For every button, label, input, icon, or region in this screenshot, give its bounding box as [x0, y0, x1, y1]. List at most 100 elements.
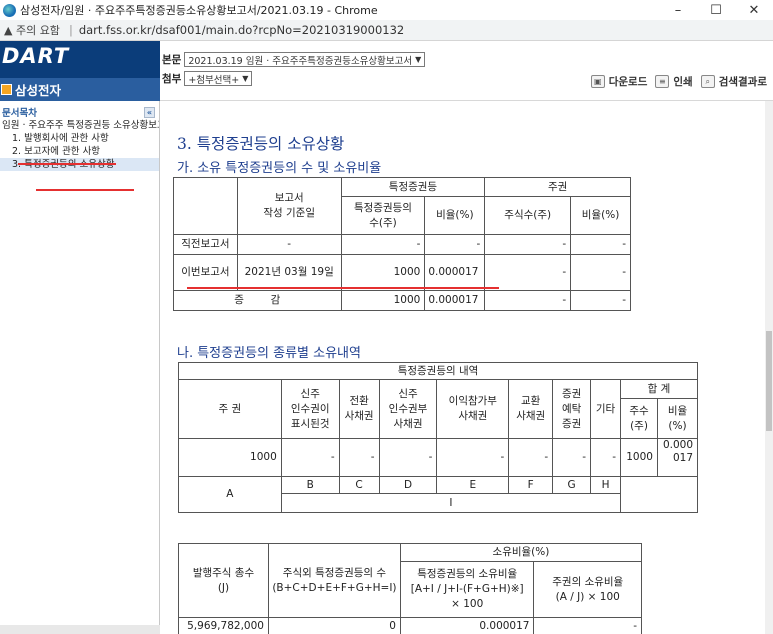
annotation-underline — [187, 287, 499, 289]
company-name: 삼성전자 — [15, 83, 62, 98]
row-shares: - — [484, 254, 572, 291]
search-icon: ⌕ — [700, 75, 715, 88]
chevron-down-icon: ▼ — [242, 74, 249, 83]
header-spec-ratio: 특정증권등의 소유비율 [A+I / J+I-(F+G+H)※] × 100 — [399, 561, 535, 618]
value-total-issued: 5,969,782,000 — [178, 617, 269, 634]
content-scrollbar[interactable] — [765, 101, 773, 634]
search-results-button[interactable]: ⌕ 검색결과로 — [700, 74, 767, 89]
printer-icon: ≡ — [655, 75, 670, 88]
search-results-label: 검색결과로 — [718, 76, 767, 88]
value-excluding: 0 — [267, 617, 401, 634]
row-ratio: 0.000017 — [424, 254, 486, 291]
print-label: 인쇄 — [673, 76, 693, 88]
section-title: 3. 특정증권등의 소유상황 — [177, 135, 345, 153]
row-date: - — [236, 234, 342, 255]
value-warrant: - — [280, 438, 340, 477]
header-shares: 주권 — [484, 177, 631, 197]
row-ratio2: - — [570, 290, 631, 311]
header-total-ratio: 비율 (%) — [656, 398, 699, 439]
dart-header-top: 본문 2021.03.19 임원 · 주요주주특정증권등소유상황보고서 ▼ 첨부… — [160, 41, 773, 101]
row-count: - — [340, 234, 426, 255]
security-warning[interactable]: ▲ 주의 요함 — [4, 22, 60, 38]
collapse-sidebar-button[interactable]: « — [144, 106, 155, 118]
row-ratio2: - — [570, 254, 631, 291]
row-label: 이번보고서 — [173, 254, 238, 291]
total-empty-cell — [620, 476, 698, 513]
header-bw: 신주 인수권부 사채권 — [378, 379, 438, 439]
company-icon — [1, 84, 12, 95]
site-favicon-icon — [3, 3, 16, 17]
row-shares: - — [484, 290, 572, 311]
minimize-button[interactable]: – — [659, 3, 697, 18]
browser-title-bar: 삼성전자/임원 · 주요주주특정증권등소유상황보고서/2021.03.19 - … — [0, 0, 773, 20]
attach-row: 첨부 +첨부선택+ ▼ — [162, 71, 253, 86]
row-shares: - — [484, 234, 572, 255]
table-row: 이번보고서 2021년 03월 19일 1000 0.000017 - - — [173, 254, 631, 291]
row-ratio2: - — [570, 234, 631, 255]
toolbar: ▣ 다운로드 ≡ 인쇄 ⌕ 검색결과로 — [583, 74, 767, 89]
table-row: A B C D E F G H — [178, 476, 698, 513]
attach-select[interactable]: +첨부선택+ ▼ — [184, 71, 253, 86]
letter-h: H — [590, 476, 621, 494]
letter-a: A — [178, 476, 282, 513]
header-cb: 전환 사채권 — [338, 379, 380, 439]
close-button[interactable]: ✕ — [735, 3, 773, 18]
table-row: 증 감 1000 0.000017 - - — [173, 290, 631, 311]
header-stock-ratio: 주권의 소유비율 (A / J) × 100 — [533, 561, 642, 618]
main-doc-row: 본문 2021.03.19 임원 · 주요주주특정증권등소유상황보고서 ▼ — [162, 52, 426, 67]
scrollbar-thumb[interactable] — [766, 331, 772, 431]
value-total-ratio: 0.000017 — [656, 438, 699, 477]
download-label: 다운로드 — [608, 76, 648, 88]
value-total-shares: 1000 — [620, 438, 658, 477]
document-content: 3. 특정증권등의 소유상황 가. 소유 특정증권등의 수 및 소유비율 보고서… — [161, 101, 773, 634]
value-dr: - — [552, 438, 592, 477]
attach-label: 첨부 — [162, 73, 182, 85]
download-button[interactable]: ▣ 다운로드 — [590, 74, 648, 89]
value-cb: - — [338, 438, 380, 477]
address-bar[interactable]: ▲ 주의 요함 | dart.fss.or.kr/dsaf001/main.do… — [0, 20, 773, 41]
dart-logo[interactable]: DART — [2, 44, 69, 68]
value-bw: - — [378, 438, 438, 477]
value-pb: - — [436, 438, 510, 477]
table-row: 5,969,782,000 0 0.000017 - — [178, 617, 642, 634]
toc-title: 문서목차 — [2, 108, 37, 119]
row-count: 1000 — [340, 290, 426, 311]
main-doc-select[interactable]: 2021.03.19 임원 · 주요주주특정증권등소유상황보고서 ▼ — [184, 52, 426, 67]
header-report-date: 보고서 작성 기준일 — [236, 177, 342, 235]
header-etc: 기타 — [590, 379, 621, 439]
row-label: 직전보고서 — [173, 234, 238, 255]
value-eb: - — [508, 438, 554, 477]
header-warrant: 신주 인수권이 표시된것 — [280, 379, 340, 439]
header-total-issued: 발행주식 총수 (J) — [178, 543, 269, 618]
annotation-underline — [18, 163, 116, 165]
row-date: 2021년 03월 19일 — [236, 254, 342, 291]
row-ratio: 0.000017 — [424, 290, 486, 311]
holdings-table: 보고서 작성 기준일 특정증권등 주권 특정증권등의 수(주) 비율(%) 주식… — [173, 177, 631, 311]
subsection-b-title: 나. 특정증권등의 종류별 소유내역 — [177, 346, 361, 361]
toc-item-issuer[interactable]: 1. 발행회사에 관한 사항 — [0, 132, 159, 145]
main-doc-label: 본문 — [162, 54, 182, 66]
header-total: 합 계 — [620, 379, 698, 399]
value-stock-ratio: - — [533, 617, 642, 634]
maximize-button[interactable]: ☐ — [697, 3, 735, 18]
header-specific: 특정증권등 — [340, 177, 486, 197]
letter-f: F — [508, 476, 554, 494]
toc-item-reporter[interactable]: 2. 보고자에 관한 사항 — [0, 145, 159, 158]
table-row: 1000 - - - - - - - 1000 0.000017 — [178, 438, 699, 477]
letter-i: I — [280, 493, 622, 513]
url-text[interactable]: dart.fss.or.kr/dsaf001/main.do?rcpNo=202… — [79, 23, 404, 37]
header-share-count: 주식수(주) — [484, 196, 572, 235]
header-dr: 증권 예탁 증권 — [552, 379, 592, 439]
ownership-ratio-table: 발행주식 총수 (J) 주식외 특정증권등의 수 (B+C+D+E+F+G+H=… — [178, 543, 643, 634]
header-ratio: 비율(%) — [424, 196, 486, 235]
header-ratio2: 비율(%) — [570, 196, 631, 235]
sidebar-scroll-strip — [0, 625, 160, 634]
toc-header: 문서목차 « — [0, 105, 159, 119]
header-details: 특정증권등의 내역 — [178, 362, 698, 380]
header-stock: 주 권 — [178, 379, 282, 439]
toc-item-report[interactable]: 임원 · 주요주주 특정증권등 소유상황보고서 — [0, 119, 159, 132]
row-label: 증 감 — [173, 290, 342, 311]
subsection-a-title: 가. 소유 특정증권등의 수 및 소유비율 — [177, 161, 382, 176]
print-button[interactable]: ≡ 인쇄 — [655, 74, 693, 89]
letter-c: C — [338, 476, 380, 494]
